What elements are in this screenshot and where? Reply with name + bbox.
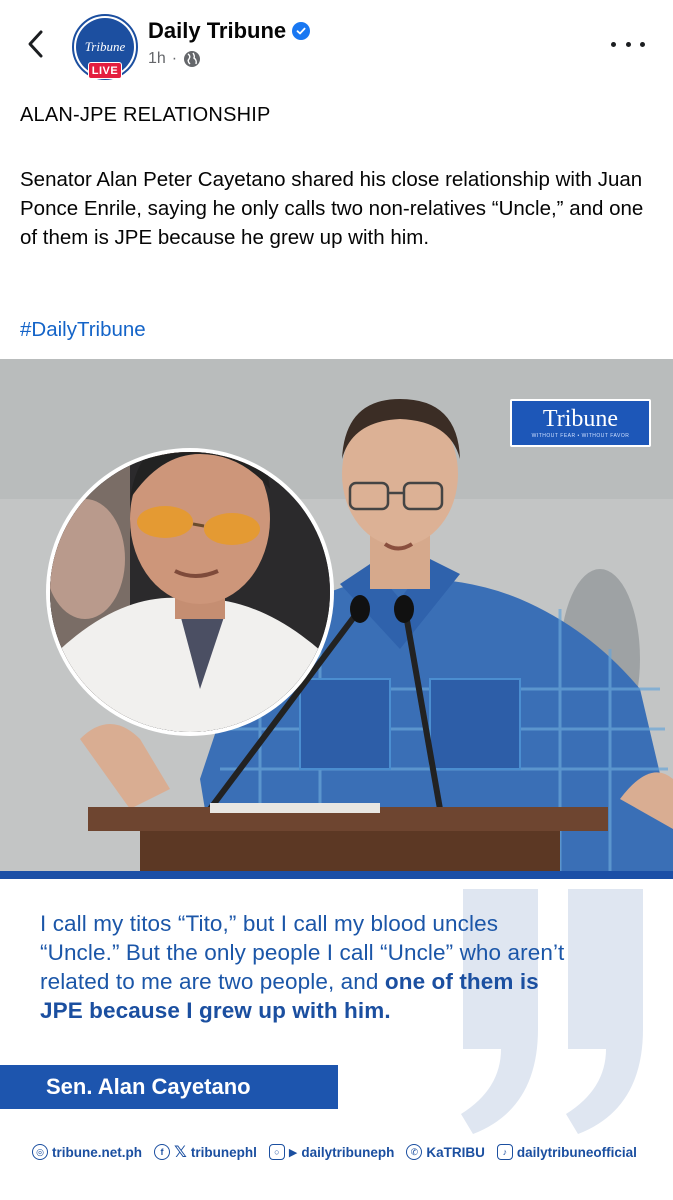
post-title: ALAN-JPE RELATIONSHIP	[20, 104, 271, 126]
facebook-icon: f	[154, 1144, 170, 1160]
globe-icon: ◎	[32, 1144, 48, 1160]
post-body: Senator Alan Peter Cayetano shared his c…	[20, 168, 644, 249]
more-options-button[interactable]	[611, 34, 645, 54]
post-meta: 1h ·	[148, 50, 201, 68]
post-time[interactable]: 1h	[148, 50, 166, 68]
tribune-logo-text: Tribune	[542, 406, 619, 432]
page-name-row[interactable]: Daily Tribune	[148, 18, 311, 44]
post-image[interactable]: Tribune WITHOUT FEAR • WITHOUT FAVOR I c…	[0, 359, 673, 1200]
photo-senator-speaking: Tribune WITHOUT FEAR • WITHOUT FAVOR	[0, 359, 673, 871]
more-options-dot	[611, 41, 616, 47]
quote-section: I call my titos “Tito,” but I call my bl…	[0, 879, 673, 1200]
x-icon: 𝕏	[174, 1144, 187, 1161]
footer-facebook-x: f 𝕏 tribunephl	[154, 1142, 257, 1162]
back-button[interactable]	[20, 24, 50, 64]
footer-instagram-youtube: ○ ▶ dailytribuneph	[268, 1144, 395, 1160]
more-options-dot	[625, 41, 631, 47]
page-name[interactable]: Daily Tribune	[148, 18, 286, 44]
footer-facebook-x-label: tribunephl	[190, 1144, 257, 1160]
speaker-name: Sen. Alan Cayetano	[46, 1074, 251, 1099]
verified-badge-icon	[292, 22, 311, 40]
youtube-icon: ▶	[288, 1146, 298, 1159]
divider-stripe	[0, 871, 673, 879]
more-options-dot	[640, 41, 645, 47]
footer-instagram-youtube-label: dailytribuneph	[301, 1144, 395, 1160]
social-footer: ◎ tribune.net.ph f 𝕏 tribunephl ○ ▶ dail…	[32, 1137, 652, 1167]
instagram-icon: ○	[268, 1144, 285, 1160]
footer-website: ◎ tribune.net.ph	[32, 1144, 142, 1160]
avatar-text: Tribune	[84, 39, 126, 54]
chevron-left-icon	[28, 30, 43, 58]
globe-icon	[184, 51, 201, 67]
tribune-logo: Tribune WITHOUT FEAR • WITHOUT FAVOR	[510, 399, 651, 447]
footer-website-label: tribune.net.ph	[52, 1144, 142, 1160]
live-badge: LIVE	[88, 62, 122, 79]
footer-tiktok: ♪ dailytribuneofficial	[496, 1144, 637, 1160]
post-header: Tribune LIVE Daily Tribune 1h ·	[0, 0, 673, 92]
tribune-logo-tagline: WITHOUT FEAR • WITHOUT FAVOR	[531, 433, 630, 439]
speaker-banner: Sen. Alan Cayetano	[0, 1065, 338, 1109]
viber-icon: ✆	[406, 1144, 423, 1160]
footer-viber: ✆ KaTRIBU	[406, 1144, 485, 1160]
quote-text: I call my titos “Tito,” but I call my bl…	[40, 909, 580, 1025]
meta-separator: ·	[171, 50, 178, 67]
footer-viber-label: KaTRIBU	[426, 1144, 485, 1160]
footer-tiktok-label: dailytribuneofficial	[516, 1144, 637, 1160]
hashtag-link[interactable]: #DailyTribune	[20, 318, 146, 342]
tiktok-icon: ♪	[496, 1144, 513, 1160]
